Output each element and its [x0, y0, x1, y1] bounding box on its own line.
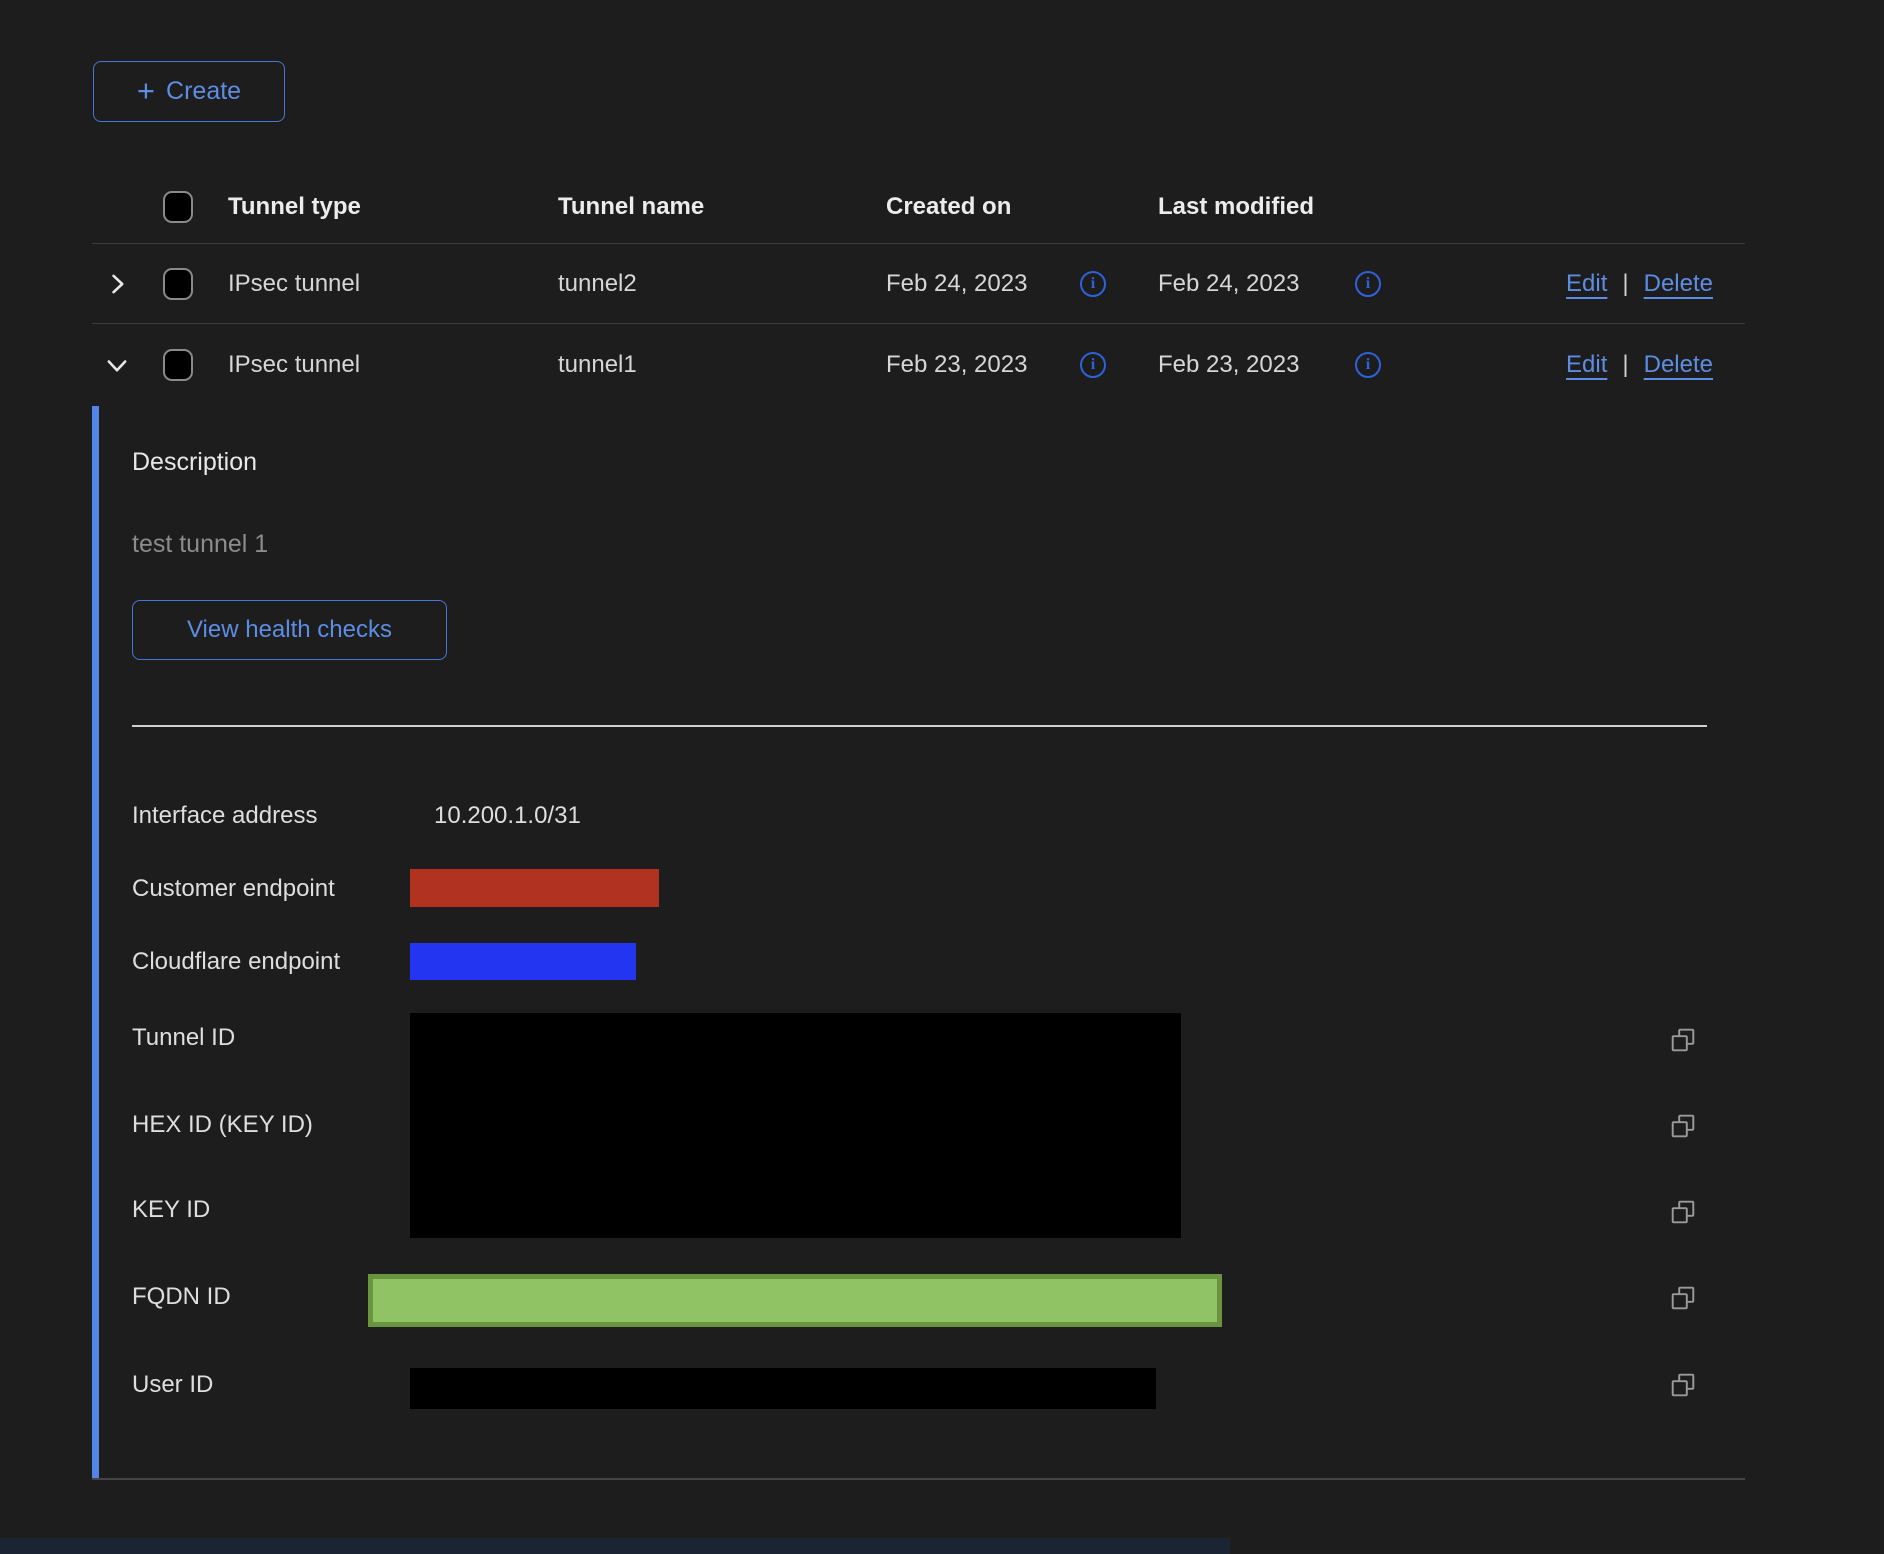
column-header-last-modified: Last modified: [1158, 193, 1314, 221]
table-row: IPsec tunnel tunnel2 Feb 24, 2023 i Feb …: [92, 244, 1745, 324]
tunnel-detail-panel: Description test tunnel 1 View health ch…: [92, 406, 1745, 1478]
copy-fqdn-id-button[interactable]: [1670, 1285, 1696, 1311]
copy-user-id-button[interactable]: [1670, 1372, 1696, 1398]
copy-icon: [1670, 1285, 1696, 1311]
table-bottom-border: [92, 1478, 1745, 1480]
view-health-checks-button[interactable]: View health checks: [132, 600, 447, 660]
table-row: IPsec tunnel tunnel1 Feb 23, 2023 i Feb …: [92, 324, 1745, 406]
fqdn-id-redacted-value: [368, 1274, 1222, 1327]
cloudflare-endpoint-label: Cloudflare endpoint: [132, 945, 340, 979]
column-header-tunnel-name: Tunnel name: [558, 193, 704, 221]
copy-hex-id-button[interactable]: [1670, 1113, 1696, 1139]
table-header-row: Tunnel type Tunnel name Created on Last …: [92, 140, 1745, 244]
expand-row-button[interactable]: [102, 269, 132, 299]
tunnel-id-label: Tunnel ID: [132, 1021, 235, 1055]
delete-link[interactable]: Delete: [1644, 351, 1713, 379]
tunnel-name-cell: tunnel2: [558, 270, 637, 298]
info-icon[interactable]: i: [1080, 352, 1106, 378]
copy-icon: [1670, 1199, 1696, 1225]
column-header-tunnel-type: Tunnel type: [228, 193, 361, 221]
key-id-label: KEY ID: [132, 1193, 210, 1227]
copy-tunnel-id-button[interactable]: [1670, 1027, 1696, 1053]
collapse-row-button[interactable]: [102, 350, 132, 380]
edit-link[interactable]: Edit: [1566, 351, 1607, 379]
tunnel-type-cell: IPsec tunnel: [228, 270, 360, 298]
info-icon[interactable]: i: [1355, 352, 1381, 378]
row-checkbox[interactable]: [163, 268, 193, 300]
chevron-right-icon: [103, 270, 131, 298]
create-button-label: Create: [166, 77, 241, 106]
plus-icon: +: [137, 75, 155, 106]
copy-icon: [1670, 1113, 1696, 1139]
customer-endpoint-redacted-value: [410, 869, 659, 907]
user-id-redacted-value: [410, 1368, 1156, 1409]
created-on-cell: Feb 24, 2023: [886, 270, 1027, 298]
create-button[interactable]: + Create: [93, 61, 285, 122]
last-modified-cell: Feb 23, 2023: [1158, 351, 1299, 379]
action-separator: |: [1622, 270, 1628, 298]
user-id-label: User ID: [132, 1368, 213, 1402]
tunnel-table: Tunnel type Tunnel name Created on Last …: [92, 140, 1745, 1480]
interface-address-label: Interface address: [132, 799, 317, 833]
description-value: test tunnel 1: [132, 530, 268, 559]
row-checkbox[interactable]: [163, 349, 193, 381]
last-modified-cell: Feb 24, 2023: [1158, 270, 1299, 298]
description-heading: Description: [132, 448, 257, 477]
info-icon[interactable]: i: [1355, 271, 1381, 297]
bottom-page-edge: [0, 1538, 1230, 1554]
info-icon[interactable]: i: [1080, 271, 1106, 297]
select-all-checkbox[interactable]: [163, 191, 193, 223]
copy-icon: [1670, 1027, 1696, 1053]
chevron-down-icon: [103, 351, 131, 379]
fqdn-id-label: FQDN ID: [132, 1280, 231, 1314]
ids-redacted-values: [410, 1013, 1181, 1238]
created-on-cell: Feb 23, 2023: [886, 351, 1027, 379]
cloudflare-endpoint-redacted-value: [410, 943, 636, 980]
customer-endpoint-label: Customer endpoint: [132, 872, 335, 906]
action-separator: |: [1622, 351, 1628, 379]
interface-address-value: 10.200.1.0/31: [434, 799, 581, 833]
hex-id-label: HEX ID (KEY ID): [132, 1108, 313, 1142]
copy-key-id-button[interactable]: [1670, 1199, 1696, 1225]
edit-link[interactable]: Edit: [1566, 270, 1607, 298]
delete-link[interactable]: Delete: [1644, 270, 1713, 298]
column-header-created-on: Created on: [886, 193, 1011, 221]
tunnel-name-cell: tunnel1: [558, 351, 637, 379]
copy-icon: [1670, 1372, 1696, 1398]
tunnel-type-cell: IPsec tunnel: [228, 351, 360, 379]
detail-divider: [132, 725, 1707, 727]
